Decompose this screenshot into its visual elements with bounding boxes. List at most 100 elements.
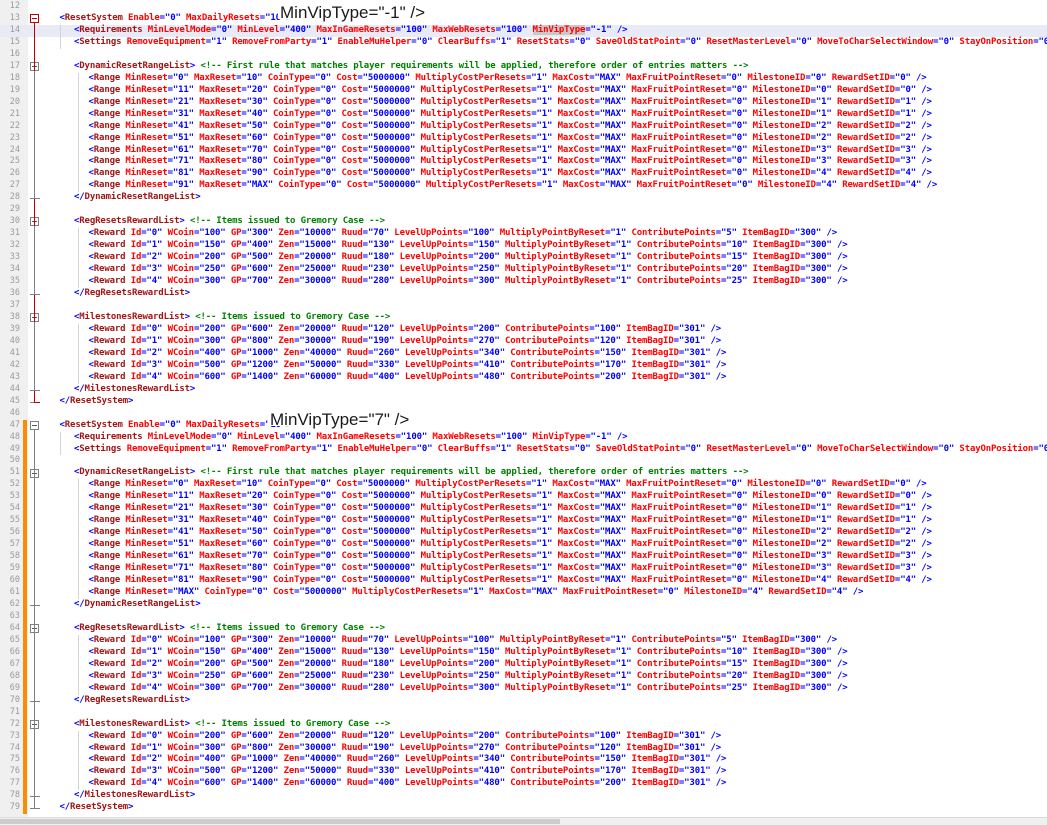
- code-line[interactable]: 50: [0, 455, 1047, 467]
- code-line[interactable]: 63: [0, 611, 1047, 623]
- code-line[interactable]: 23 <Range MinReset="51" MaxReset="60" Coi…: [0, 133, 1047, 145]
- code-text[interactable]: <ResetSystem Enable="0" MaxDailyResets="…: [60, 420, 292, 432]
- code-line[interactable]: 74 <Reward Id="1" WCoin="300" GP="800" Ze…: [0, 743, 1047, 755]
- code-line[interactable]: 26 <Range MinReset="81" MaxReset="90" Coi…: [0, 168, 1047, 180]
- code-line[interactable]: 69 <Reward Id="4" WCoin="300" GP="700" Ze…: [0, 683, 1047, 695]
- code-line[interactable]: 72 <MilestonesRewardList> <!-- Items issu…: [0, 719, 1047, 731]
- code-line[interactable]: 25 <Range MinReset="71" MaxReset="80" Coi…: [0, 156, 1047, 168]
- code-line[interactable]: 46: [0, 408, 1047, 420]
- code-line[interactable]: 48 <Requirements MinLevelMode="0" MinLeve…: [0, 432, 1047, 444]
- code-line[interactable]: 13 <ResetSystem Enable="0" MaxDailyResets…: [0, 13, 1047, 25]
- code-line[interactable]: 22 <Range MinReset="41" MaxReset="50" Coi…: [0, 121, 1047, 133]
- code-text[interactable]: <MilestonesRewardList> <!-- Items issued…: [74, 719, 390, 731]
- code-line[interactable]: 54 <Range MinReset="21" MaxReset="30" Coi…: [0, 503, 1047, 515]
- code-text[interactable]: <Requirements MinLevelMode="0" MinLevel=…: [74, 24, 628, 37]
- code-line[interactable]: 53 <Range MinReset="11" MaxReset="20" Coi…: [0, 491, 1047, 503]
- code-line[interactable]: 32 <Reward Id="1" WCoin="150" GP="400" Ze…: [0, 240, 1047, 252]
- code-text[interactable]: <Reward Id="1" WCoin="150" GP="400" Zen=…: [89, 240, 848, 252]
- code-text[interactable]: <Range MinReset="0" MaxReset="10" CoinTy…: [89, 73, 927, 85]
- code-line[interactable]: 19 <Range MinReset="11" MaxReset="20" Coi…: [0, 85, 1047, 97]
- code-line[interactable]: 12: [0, 1, 1047, 13]
- code-line[interactable]: 42 <Reward Id="3" WCoin="500" GP="1200" Z…: [0, 360, 1047, 372]
- code-line[interactable]: 36 </RegResetsRewardList>: [0, 288, 1047, 300]
- code-text[interactable]: <ResetSystem Enable="0" MaxDailyResets="…: [60, 13, 292, 25]
- code-text[interactable]: <MilestonesRewardList> <!-- Items issued…: [74, 312, 390, 324]
- horizontal-scrollbar-thumb[interactable]: [0, 819, 560, 824]
- code-text[interactable]: <Range MinReset="81" MaxReset="90" CoinT…: [89, 575, 932, 587]
- code-line[interactable]: 18 <Range MinReset="0" MaxReset="10" Coin…: [0, 73, 1047, 85]
- code-line[interactable]: 49 <Settings RemoveEquipment="1" RemoveFr…: [0, 444, 1047, 456]
- code-text[interactable]: <DynamicResetRangeList> <!-- First rule …: [74, 467, 749, 479]
- code-text[interactable]: <Settings RemoveEquipment="1" RemoveFrom…: [74, 444, 1047, 456]
- code-line[interactable]: 44 </MilestonesRewardList>: [0, 384, 1047, 396]
- code-text[interactable]: <Range MinReset="MAX" CoinType="0" Cost=…: [89, 587, 864, 599]
- code-text[interactable]: <Reward Id="0" WCoin="200" GP="600" Zen=…: [89, 324, 722, 336]
- code-text[interactable]: </ResetSystem>: [60, 802, 134, 814]
- code-text[interactable]: <Reward Id="0" WCoin="100" GP="300" Zen=…: [89, 228, 838, 240]
- code-line[interactable]: 78 </MilestonesRewardList>: [0, 790, 1047, 802]
- xml-code-editor[interactable]: 12 13 <ResetSystem Enable="0" MaxDailyRese…: [0, 0, 1047, 825]
- code-text[interactable]: <Reward Id="2" WCoin="200" GP="500" Zen=…: [89, 659, 848, 671]
- code-text[interactable]: </MilestonesRewardList>: [74, 790, 195, 802]
- code-line[interactable]: 20 <Range MinReset="21" MaxReset="30" Coi…: [0, 97, 1047, 109]
- code-text[interactable]: <Reward Id="1" WCoin="300" GP="800" Zen=…: [89, 743, 722, 755]
- code-text[interactable]: <Range MinReset="61" MaxReset="70" CoinT…: [89, 145, 932, 157]
- code-line[interactable]: 33 <Reward Id="2" WCoin="200" GP="500" Ze…: [0, 252, 1047, 264]
- code-text[interactable]: </ResetSystem>: [60, 396, 134, 408]
- code-text[interactable]: <Range MinReset="71" MaxReset="80" CoinT…: [89, 156, 932, 168]
- code-text[interactable]: <Range MinReset="0" MaxReset="10" CoinTy…: [89, 479, 927, 491]
- code-text[interactable]: <Reward Id="3" WCoin="500" GP="1200" Zen…: [89, 766, 727, 778]
- code-line[interactable]: 57 <Range MinReset="51" MaxReset="60" Coi…: [0, 539, 1047, 551]
- code-text[interactable]: <Range MinReset="51" MaxReset="60" CoinT…: [89, 539, 932, 551]
- code-line[interactable]: 71: [0, 707, 1047, 719]
- code-line[interactable]: 60 <Range MinReset="81" MaxReset="90" Coi…: [0, 575, 1047, 587]
- code-text[interactable]: </RegResetsRewardList>: [74, 288, 190, 300]
- code-line[interactable]: 40 <Reward Id="1" WCoin="300" GP="800" Ze…: [0, 336, 1047, 348]
- fold-collapse-icon[interactable]: [30, 420, 39, 430]
- code-text[interactable]: <RegResetsRewardList> <!-- Items issued …: [74, 623, 385, 635]
- code-text[interactable]: <Reward Id="4" WCoin="600" GP="1400" Zen…: [89, 778, 727, 790]
- code-line[interactable]: 24 <Range MinReset="61" MaxReset="70" Coi…: [0, 145, 1047, 157]
- code-text[interactable]: <Reward Id="3" WCoin="250" GP="600" Zen=…: [89, 264, 848, 276]
- code-line[interactable]: 76 <Reward Id="3" WCoin="500" GP="1200" Z…: [0, 766, 1047, 778]
- code-text[interactable]: </DynamicResetRangeList>: [74, 599, 201, 611]
- code-line[interactable]: 37: [0, 300, 1047, 312]
- code-text[interactable]: <Range MinReset="41" MaxReset="50" CoinT…: [89, 527, 932, 539]
- code-text[interactable]: <Range MinReset="91" MaxReset="MAX" Coin…: [89, 180, 938, 192]
- code-text[interactable]: <Range MinReset="31" MaxReset="40" CoinT…: [89, 515, 932, 527]
- code-text[interactable]: <Settings RemoveEquipment="1" RemoveFrom…: [74, 37, 1047, 49]
- code-line[interactable]: 16: [0, 49, 1047, 61]
- code-line[interactable]: 39 <Reward Id="0" WCoin="200" GP="600" Ze…: [0, 324, 1047, 336]
- code-line[interactable]: 64 <RegResetsRewardList> <!-- Items issue…: [0, 623, 1047, 635]
- code-line[interactable]: 21 <Range MinReset="31" MaxReset="40" Coi…: [0, 109, 1047, 121]
- code-line[interactable]: 29: [0, 204, 1047, 216]
- code-text[interactable]: <Reward Id="0" WCoin="200" GP="600" Zen=…: [89, 731, 722, 743]
- code-line[interactable]: 79 </ResetSystem>: [0, 802, 1047, 814]
- code-line[interactable]: 62 </DynamicResetRangeList>: [0, 599, 1047, 611]
- code-text[interactable]: </DynamicResetRangeList>: [74, 192, 201, 204]
- code-text[interactable]: <Range MinReset="71" MaxReset="80" CoinT…: [89, 563, 932, 575]
- code-text[interactable]: <RegResetsRewardList> <!-- Items issued …: [74, 216, 385, 228]
- code-line[interactable]: 43 <Reward Id="4" WCoin="600" GP="1400" Z…: [0, 372, 1047, 384]
- code-line[interactable]: 31 <Reward Id="0" WCoin="100" GP="300" Ze…: [0, 228, 1047, 240]
- code-line[interactable]: 35 <Reward Id="4" WCoin="300" GP="700" Ze…: [0, 276, 1047, 288]
- code-text[interactable]: <Reward Id="4" WCoin="600" GP="1400" Zen…: [89, 372, 727, 384]
- code-text[interactable]: <Requirements MinLevelMode="0" MinLevel=…: [74, 432, 628, 444]
- code-text[interactable]: <Reward Id="2" WCoin="400" GP="1000" Zen…: [89, 754, 727, 766]
- code-text[interactable]: <Range MinReset="31" MaxReset="40" CoinT…: [89, 109, 932, 121]
- code-line[interactable]: 68 <Reward Id="3" WCoin="250" GP="600" Ze…: [0, 671, 1047, 683]
- code-text[interactable]: <Reward Id="3" WCoin="500" GP="1200" Zen…: [89, 360, 727, 372]
- code-line[interactable]: 67 <Reward Id="2" WCoin="200" GP="500" Ze…: [0, 659, 1047, 671]
- code-text[interactable]: </RegResetsRewardList>: [74, 695, 190, 707]
- code-text[interactable]: <Reward Id="3" WCoin="250" GP="600" Zen=…: [89, 671, 848, 683]
- code-text[interactable]: <Range MinReset="41" MaxReset="50" CoinT…: [89, 121, 932, 133]
- code-line[interactable]: 51 <DynamicResetRangeList> <!-- First rul…: [0, 467, 1047, 479]
- code-text[interactable]: <Range MinReset="21" MaxReset="30" CoinT…: [89, 97, 932, 109]
- fold-collapse-icon[interactable]: [30, 14, 39, 24]
- code-line[interactable]: 45 </ResetSystem>: [0, 396, 1047, 408]
- code-line[interactable]: 27 <Range MinReset="91" MaxReset="MAX" Co…: [0, 180, 1047, 192]
- horizontal-scrollbar[interactable]: [0, 817, 1047, 825]
- code-line[interactable]: 75 <Reward Id="2" WCoin="400" GP="1000" Z…: [0, 754, 1047, 766]
- code-line[interactable]: 55 <Range MinReset="31" MaxReset="40" Coi…: [0, 515, 1047, 527]
- code-line[interactable]: 28 </DynamicResetRangeList>: [0, 192, 1047, 204]
